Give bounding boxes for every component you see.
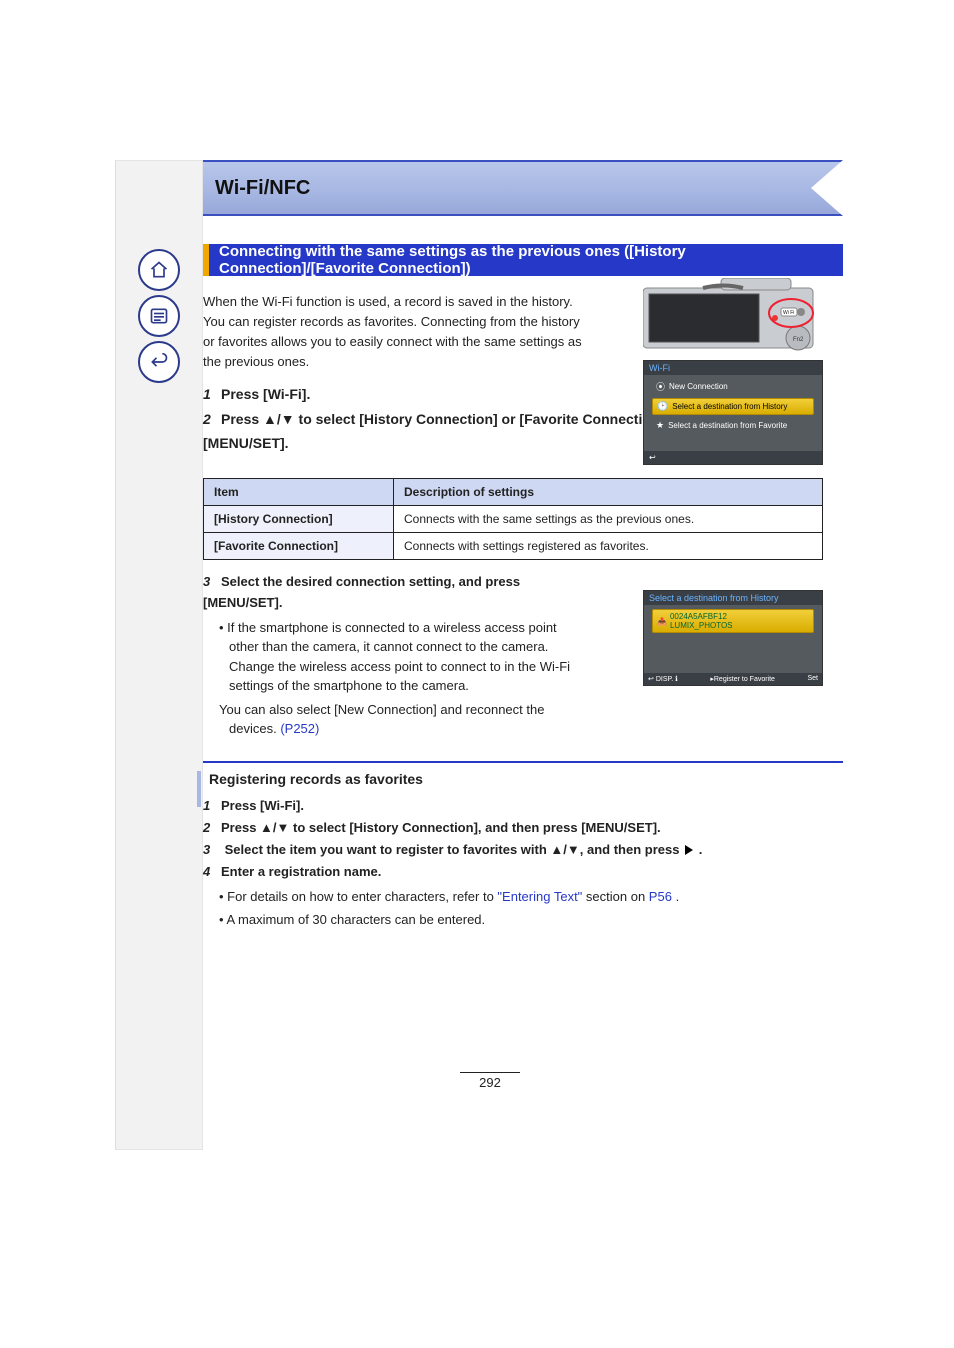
step-text: Press [Wi-Fi]. <box>221 386 310 402</box>
section-heading: Connecting with the same settings as the… <box>209 244 843 276</box>
step-number: 2 <box>203 408 221 432</box>
intro-paragraph: When the Wi-Fi function is used, a recor… <box>203 292 583 373</box>
table-header-row: Item Description of settings <box>204 478 823 505</box>
right-arrow-icon <box>685 845 693 855</box>
step-text: Select the item you want to register to … <box>225 842 683 857</box>
step-number: 1 <box>203 795 221 817</box>
step-text: Enter a registration name. <box>221 864 381 879</box>
step-number: 1 <box>203 383 221 407</box>
table-row: [History Connection] Connects with the s… <box>204 505 823 532</box>
subsection-rule <box>203 761 843 763</box>
bullet-text: . <box>676 889 680 904</box>
history-screenshot: Select a destination from History 📤 0024… <box>643 590 823 686</box>
step-bullet: • For details on how to enter characters… <box>203 887 843 907</box>
wifi-menu-item-selected: 🕑 Select a destination from History <box>652 398 814 415</box>
back-icon: ↩ <box>649 453 656 462</box>
history-entry-name: LUMIX_PHOTOS <box>670 621 733 630</box>
page-number: 292 <box>460 1072 520 1090</box>
step-bullet: You can also select [New Connection] and… <box>203 700 583 739</box>
step-number: 3 <box>203 839 221 861</box>
step-text: Press ▲/▼ to select [History Connection]… <box>221 820 661 835</box>
options-table: Item Description of settings [History Co… <box>203 478 823 560</box>
step-number: 4 <box>203 861 221 883</box>
section-heading-text: Connecting with the same settings as the… <box>219 243 843 277</box>
table-cell-label: [Favorite Connection] <box>204 532 394 559</box>
history-entry-id: 0024A5AFBF12 <box>670 612 727 621</box>
back-icon: ↩ <box>648 676 654 683</box>
table-header: Item <box>204 478 394 505</box>
page-title-banner: Wi-Fi/NFC <box>203 160 843 216</box>
set-button-label: Set <box>807 675 818 683</box>
subsection-mark <box>197 771 201 807</box>
wifi-menu-item: ⦿ New Connection <box>652 378 814 395</box>
wifi-menu-item-label: Select a destination from History <box>672 402 787 411</box>
info-icon: ℹ <box>675 676 678 683</box>
bullet-text: A maximum of 30 characters can be entere… <box>226 912 485 927</box>
link-text[interactable]: "Entering Text" <box>497 889 582 904</box>
svg-text:Wi Fi: Wi Fi <box>783 310 794 316</box>
history-entry: 📤 0024A5AFBF12 LUMIX_PHOTOS <box>652 609 814 633</box>
step-bullet: • If the smartphone is connected to a wi… <box>203 618 583 696</box>
camera-illustration: Fn2 Wi Fi <box>643 278 823 358</box>
step-text: Press [Wi-Fi]. <box>221 798 304 813</box>
sidebar <box>115 160 203 1150</box>
table-header: Description of settings <box>394 478 823 505</box>
step-bullet: • A maximum of 30 characters can be ente… <box>203 910 843 930</box>
favorite-icon: ★ <box>656 420 664 431</box>
wifi-menu-item-label: Select a destination from Favorite <box>668 421 787 430</box>
page: Wi-Fi/NFC Connecting with the same setti… <box>0 0 954 1348</box>
step-text: Select the desired connection setting, a… <box>203 574 520 610</box>
home-icon[interactable] <box>138 249 180 291</box>
wifi-menu-screenshot: Wi-Fi ⦿ New Connection 🕑 Select a destin… <box>643 360 823 465</box>
new-connection-icon: ⦿ <box>656 380 665 393</box>
wifi-menu-title: Wi-Fi <box>644 361 822 375</box>
disp-button-label: DISP. <box>656 676 673 683</box>
subsection-title: Registering records as favorites <box>209 771 843 787</box>
menu-icon[interactable] <box>138 295 180 337</box>
table-row: [Favorite Connection] Connects with sett… <box>204 532 823 559</box>
table-cell-label: [History Connection] <box>204 505 394 532</box>
upload-icon: 📤 <box>657 617 667 626</box>
section-heading-bar: Connecting with the same settings as the… <box>203 244 843 276</box>
svg-text:Fn2: Fn2 <box>793 337 804 343</box>
page-reference-link[interactable]: P56 <box>649 889 672 904</box>
step-text: . <box>699 842 703 857</box>
wifi-menu-item-label: New Connection <box>669 382 728 391</box>
step-number: 2 <box>203 817 221 839</box>
step-bullet-text: You can also select [New Connection] and… <box>219 702 544 737</box>
wifi-menu-footer: ↩ <box>644 451 822 464</box>
table-cell-desc: Connects with the same settings as the p… <box>394 505 823 532</box>
step-3-block: 3Select the desired connection setting, … <box>203 572 583 739</box>
bullet-text: For details on how to enter characters, … <box>227 889 497 904</box>
page-title: Wi-Fi/NFC <box>215 177 310 200</box>
back-icon[interactable] <box>138 341 180 383</box>
table-cell-desc: Connects with settings registered as fav… <box>394 532 823 559</box>
content-area: Wi-Fi/NFC Connecting with the same setti… <box>203 160 843 930</box>
history-footer: ↩ DISP. ℹ ▸Register to Favorite Set <box>644 673 822 685</box>
bullet-text: section on <box>586 889 649 904</box>
step-number: 3 <box>203 572 221 593</box>
register-favorite-label: Register to Favorite <box>714 676 775 683</box>
history-screen-title: Select a destination from History <box>644 591 822 605</box>
page-reference-link[interactable]: (P252) <box>280 721 319 736</box>
subsection-steps: 1Press [Wi-Fi]. 2Press ▲/▼ to select [Hi… <box>203 795 843 930</box>
history-icon: 🕑 <box>657 401 668 412</box>
wifi-menu-item: ★ Select a destination from Favorite <box>652 418 814 433</box>
